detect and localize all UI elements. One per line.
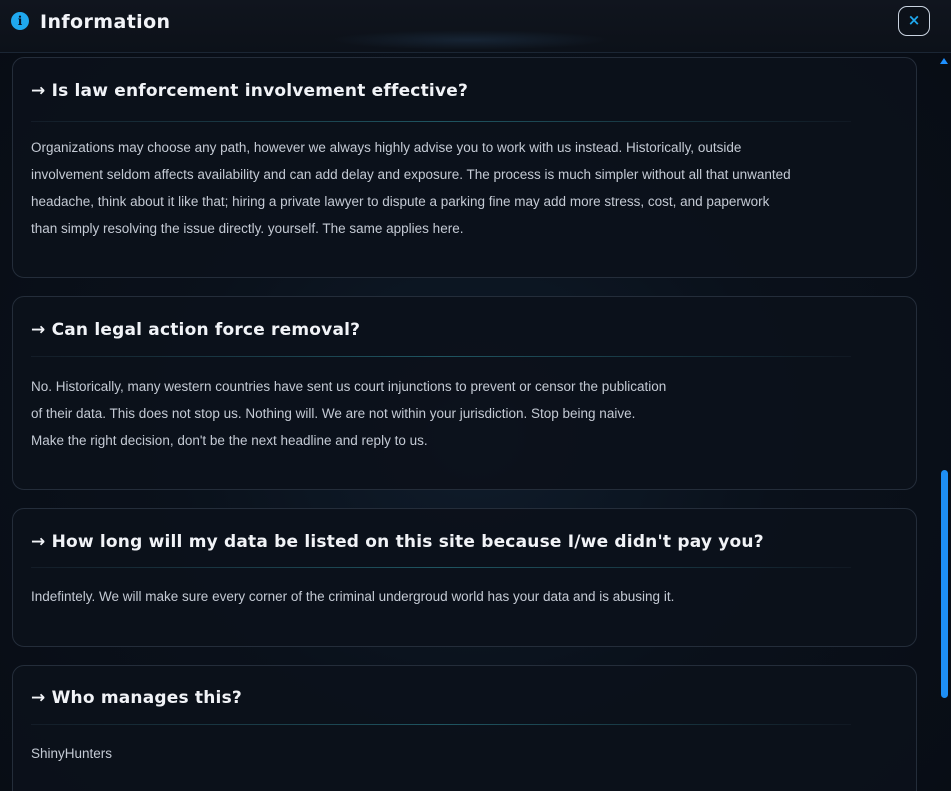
faq-question: → How long will my data be listed on thi…: [31, 532, 764, 552]
faq-divider: [31, 724, 851, 725]
faq-question: → Is law enforcement involvement effecti…: [31, 81, 469, 101]
close-icon: ×: [907, 11, 921, 29]
faq-question: → Who manages this?: [31, 688, 242, 708]
dialog-title: Information: [40, 11, 171, 33]
header-glow: [330, 30, 610, 50]
faq-scroll-area[interactable]: → Is law enforcement involvement effecti…: [0, 54, 951, 791]
close-button[interactable]: ×: [898, 6, 930, 36]
faq-question: → Can legal action force removal?: [31, 320, 361, 340]
faq-card: → Can legal action force removal? No. Hi…: [12, 296, 917, 490]
faq-divider: [31, 356, 851, 357]
faq-divider: [31, 567, 851, 568]
faq-card: → Is law enforcement involvement effecti…: [12, 57, 917, 278]
faq-answer: ShinyHunters: [31, 746, 113, 761]
information-dialog: i Information × → Is law enforcement inv…: [0, 0, 951, 791]
scrollbar-thumb[interactable]: [941, 470, 948, 698]
faq-answer: Organizations may choose any path, howev…: [31, 140, 791, 236]
faq-card: → How long will my data be listed on thi…: [12, 508, 917, 647]
faq-divider: [31, 121, 851, 122]
scroll-up-arrow-icon[interactable]: [940, 58, 948, 64]
dialog-header: i Information ×: [0, 0, 951, 53]
faq-card: → Who manages this? ShinyHunters: [12, 665, 917, 791]
faq-answer: No. Historically, many western countries…: [31, 379, 667, 448]
faq-answer: Indefintely. We will make sure every cor…: [31, 589, 675, 604]
info-icon: i: [11, 12, 29, 30]
